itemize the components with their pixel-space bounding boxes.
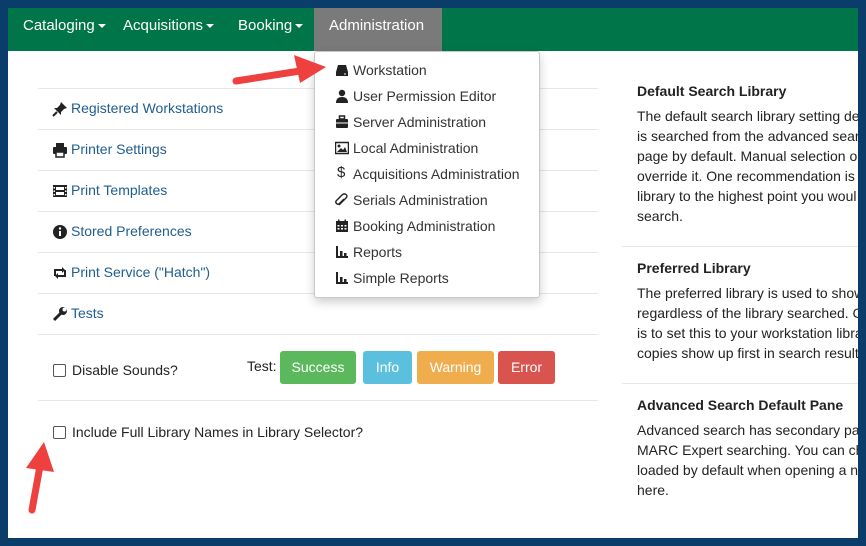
advanced-search-pane-text: Advanced search has secondary pa MARC Ex… <box>637 422 858 498</box>
print-service-hatch-link[interactable]: Print Service ("Hatch") <box>71 264 210 280</box>
menu-item-acquisitions-administration[interactable]: $ Acquisitions Administration <box>315 162 539 188</box>
menu-item-booking-administration[interactable]: Booking Administration <box>315 214 539 240</box>
user-icon <box>336 89 348 103</box>
divider <box>622 383 858 384</box>
nav-cataloging[interactable]: Cataloging <box>8 8 121 51</box>
stats-icon <box>336 246 348 258</box>
retweet-icon <box>54 267 66 279</box>
nav-acquisitions-label: Acquisitions <box>123 17 204 34</box>
print-templates-link[interactable]: Print Templates <box>71 182 167 198</box>
nav-booking-label: Booking <box>238 17 293 34</box>
dollar-icon: $ <box>337 164 346 181</box>
tests-link[interactable]: Tests <box>71 305 104 321</box>
divider <box>38 400 598 401</box>
wrench-icon <box>52 307 67 322</box>
annotation-arrow-right <box>232 55 326 85</box>
test-warning-button[interactable]: Warning <box>417 351 494 384</box>
info-sign-icon <box>53 225 67 239</box>
nav-administration-label: Administration <box>329 17 425 34</box>
nav-booking[interactable]: Booking <box>223 8 318 51</box>
default-search-library-text: The default search library setting de is… <box>637 108 858 224</box>
print-icon <box>53 143 67 158</box>
menu-item-workstation[interactable]: Workstation <box>315 58 539 84</box>
calendar-icon <box>336 219 348 232</box>
film-icon <box>53 185 67 197</box>
menu-item-local-administration[interactable]: Local Administration <box>315 136 539 162</box>
menu-item-label: Simple Reports <box>353 270 449 286</box>
test-error-button[interactable]: Error <box>498 351 555 384</box>
menu-item-label: Reports <box>353 244 403 260</box>
pushpin-icon <box>52 102 67 117</box>
stats-icon <box>336 272 348 284</box>
nav-acquisitions[interactable]: Acquisitions <box>108 8 229 51</box>
menu-item-serials-administration[interactable]: Serials Administration <box>315 188 539 214</box>
printer-settings-link[interactable]: Printer Settings <box>71 141 167 157</box>
main-navbar: Cataloging Acquisitions Booking Administ… <box>8 8 858 65</box>
test-info-button[interactable]: Info <box>363 351 412 384</box>
advanced-search-pane-title: Advanced Search Default Pane <box>637 397 844 413</box>
menu-item-reports[interactable]: Reports <box>315 240 539 266</box>
menu-item-label: Local Administration <box>353 140 479 156</box>
full-library-names-label: Include Full Library Names in Library Se… <box>72 424 364 440</box>
link-tests[interactable]: Tests <box>38 293 598 334</box>
disable-sounds-checkbox[interactable] <box>53 364 66 377</box>
menu-item-label: Acquisitions Administration <box>353 166 520 182</box>
app-window: Cataloging Acquisitions Booking Administ… <box>8 8 858 538</box>
menu-item-user-permission-editor[interactable]: User Permission Editor <box>315 84 539 110</box>
test-success-button[interactable]: Success <box>280 351 356 384</box>
menu-item-label: Booking Administration <box>353 218 496 234</box>
paperclip-icon <box>335 193 348 206</box>
administration-dropdown-menu: Workstation User Permission Editor Serve… <box>314 51 540 298</box>
briefcase-icon <box>336 115 348 128</box>
nav-cataloging-label: Cataloging <box>23 17 95 34</box>
caret-down-icon <box>295 24 304 29</box>
divider <box>38 334 598 335</box>
divider <box>622 246 858 247</box>
preferred-library-text: The preferred library is used to show re… <box>637 285 858 361</box>
menu-item-simple-reports[interactable]: Simple Reports <box>315 266 539 292</box>
menu-item-label: Workstation <box>353 62 427 78</box>
nav-administration[interactable]: Administration <box>314 8 442 65</box>
menu-item-label: Serials Administration <box>353 192 488 208</box>
stored-preferences-link[interactable]: Stored Preferences <box>71 223 192 239</box>
menu-item-label: Server Administration <box>353 114 487 130</box>
default-search-library-title: Default Search Library <box>637 83 787 99</box>
menu-item-server-administration[interactable]: Server Administration <box>315 110 539 136</box>
caret-down-icon <box>97 24 106 29</box>
test-label: Test: <box>247 358 277 374</box>
caret-down-icon <box>206 24 215 29</box>
hdd-icon <box>336 65 348 76</box>
registered-workstations-link[interactable]: Registered Workstations <box>71 100 223 116</box>
picture-icon <box>335 141 349 155</box>
preferred-library-title: Preferred Library <box>637 260 751 276</box>
annotation-arrow-up <box>26 442 54 514</box>
disable-sounds-label: Disable Sounds? <box>72 362 178 378</box>
menu-item-label: User Permission Editor <box>353 88 497 104</box>
